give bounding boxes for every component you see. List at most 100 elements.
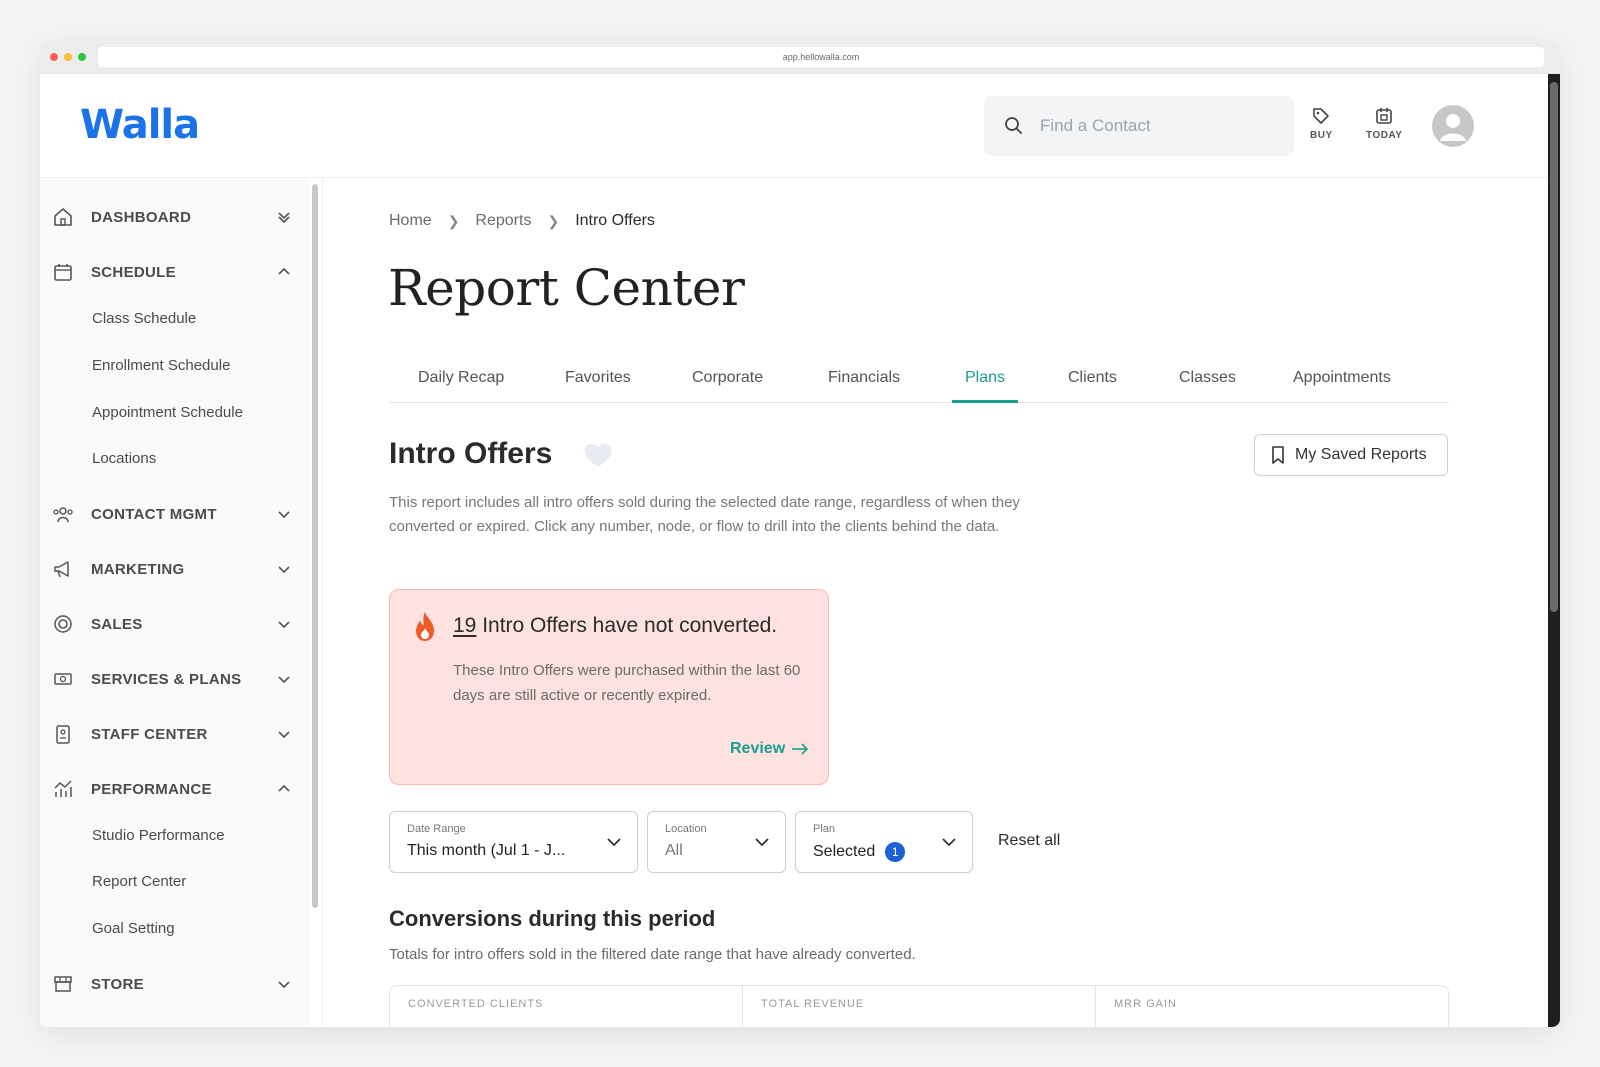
buy-label: BUY	[1310, 130, 1333, 141]
calendar-icon	[1376, 108, 1393, 124]
stat-total-revenue[interactable]: TOTAL REVENUE	[742, 986, 1095, 1027]
today-label: TODAY	[1366, 130, 1403, 141]
megaphone-icon	[52, 558, 74, 580]
chevron-up-icon[interactable]	[276, 781, 292, 797]
tab-clients[interactable]: Clients	[1068, 369, 1117, 387]
double-chevron-down-icon[interactable]	[276, 209, 292, 225]
nav-dashboard[interactable]: DASHBOARD	[40, 202, 310, 232]
stat-mrr-gain[interactable]: MRR GAIN	[1095, 986, 1448, 1027]
nav-services-plans-label: SERVICES & PLANS	[91, 670, 242, 688]
conversions-subtitle: Totals for intro offers sold in the filt…	[389, 946, 916, 963]
walla-logo[interactable]: Walla	[80, 102, 200, 148]
browser-chrome: app.hellowalla.com	[40, 40, 1560, 74]
tab-corporate[interactable]: Corporate	[692, 369, 763, 387]
plan-select[interactable]: Plan Selected 1	[795, 811, 973, 873]
nav-report-center[interactable]: Report Center	[92, 873, 186, 890]
sidebar: DASHBOARD SCHEDULE Class Schedule Enroll…	[40, 179, 310, 1027]
breadcrumb: Home ❯ Reports ❯ Intro Offers	[389, 212, 655, 230]
user-avatar[interactable]	[1432, 105, 1474, 147]
date-range-select[interactable]: Date Range This month (Jul 1 - J...	[389, 811, 638, 873]
plan-count-badge: 1	[885, 842, 906, 862]
chevron-down-icon[interactable]	[276, 671, 292, 687]
chevron-down-icon[interactable]	[276, 616, 292, 632]
review-label: Review	[730, 740, 786, 757]
maximize-dot[interactable]	[78, 52, 86, 61]
nav-class-schedule[interactable]: Class Schedule	[92, 310, 196, 327]
chevron-down-icon[interactable]	[276, 506, 292, 522]
section-title: Intro Offers	[389, 437, 553, 470]
chevron-right-icon: ❯	[547, 212, 560, 229]
tab-classes[interactable]: Classes	[1179, 369, 1236, 387]
chevron-down-icon[interactable]	[276, 726, 292, 742]
chevron-down-icon	[755, 838, 769, 847]
nav-locations[interactable]: Locations	[92, 450, 156, 467]
nav-goal-setting[interactable]: Goal Setting	[92, 920, 175, 937]
search-input[interactable]	[1040, 116, 1280, 136]
nav-studio-performance[interactable]: Studio Performance	[92, 827, 225, 844]
tab-daily-recap[interactable]: Daily Recap	[418, 369, 504, 387]
buy-button[interactable]: BUY	[1310, 106, 1333, 141]
nav-staff-center[interactable]: STAFF CENTER	[40, 719, 310, 749]
bookmark-icon	[1272, 446, 1284, 464]
store-icon	[52, 973, 74, 995]
nav-store[interactable]: STORE	[40, 969, 310, 999]
sidebar-scrollbar[interactable]	[312, 184, 318, 908]
section-description: This report includes all intro offers so…	[389, 494, 1020, 535]
nav-sales-label: SALES	[91, 615, 143, 633]
alert-title: 19 Intro Offers have not converted.	[453, 614, 777, 638]
plan-label: Plan	[813, 823, 836, 835]
minimize-dot[interactable]	[64, 52, 72, 61]
today-button[interactable]: TODAY	[1366, 106, 1402, 141]
tab-favorites[interactable]: Favorites	[565, 369, 631, 387]
alert-title-text: Intro Offers have not converted.	[476, 614, 778, 637]
nav-performance[interactable]: PERFORMANCE	[40, 774, 310, 804]
active-tab-indicator	[952, 400, 1018, 403]
breadcrumb-current: Intro Offers	[575, 212, 655, 229]
tab-plans[interactable]: Plans	[965, 369, 1005, 387]
nav-sales[interactable]: SALES	[40, 609, 310, 639]
chevron-down-icon	[607, 838, 621, 847]
location-label: Location	[665, 823, 707, 835]
home-icon	[52, 206, 74, 228]
my-saved-reports-button[interactable]: My Saved Reports	[1254, 434, 1448, 476]
stat-caption: CONVERTED CLIENTS	[408, 998, 544, 1010]
close-dot[interactable]	[50, 52, 58, 61]
page-scrollbar-thumb[interactable]	[1550, 82, 1558, 612]
nav-marketing[interactable]: MARKETING	[40, 554, 310, 584]
nav-contact-mgmt[interactable]: CONTACT MGMT	[40, 499, 310, 529]
tab-appointments[interactable]: Appointments	[1293, 369, 1391, 387]
breadcrumb-reports[interactable]: Reports	[475, 212, 531, 230]
browser-window: app.hellowalla.com Walla BUY TODAY DASHB…	[40, 40, 1560, 1027]
nav-marketing-label: MARKETING	[91, 560, 185, 578]
chevron-down-icon[interactable]	[276, 976, 292, 992]
location-value: All	[665, 842, 683, 859]
alert-text: These Intro Offers were purchased within…	[453, 662, 801, 704]
tab-financials[interactable]: Financials	[828, 369, 900, 387]
stat-caption: MRR GAIN	[1114, 998, 1177, 1010]
nav-appointment-schedule[interactable]: Appointment Schedule	[92, 404, 243, 421]
reset-all-button[interactable]: Reset all	[998, 832, 1060, 850]
chevron-up-icon[interactable]	[276, 264, 292, 280]
nav-enrollment-schedule[interactable]: Enrollment Schedule	[92, 357, 230, 374]
stat-converted-clients[interactable]: CONVERTED CLIENTS	[390, 986, 742, 1027]
target-icon	[52, 613, 74, 635]
stat-caption: TOTAL REVENUE	[761, 998, 865, 1010]
sidebar-divider	[322, 179, 323, 1027]
alert-count-link[interactable]: 19	[453, 614, 476, 637]
conversions-title: Conversions during this period	[389, 906, 716, 931]
heart-icon[interactable]	[582, 441, 614, 469]
location-select[interactable]: Location All	[647, 811, 786, 873]
address-bar[interactable]: app.hellowalla.com	[98, 46, 1544, 67]
breadcrumb-home[interactable]: Home	[389, 212, 432, 230]
tag-icon	[1313, 108, 1330, 124]
review-link[interactable]: Review	[730, 740, 809, 758]
nav-schedule[interactable]: SCHEDULE	[40, 257, 310, 287]
people-icon	[52, 503, 74, 525]
calendar-icon	[52, 261, 74, 283]
nav-contact-mgmt-label: CONTACT MGMT	[91, 505, 217, 523]
badge-icon	[52, 723, 74, 745]
nav-services-plans[interactable]: SERVICES & PLANS	[40, 664, 310, 694]
plan-value: Selected	[813, 843, 876, 860]
chevron-down-icon[interactable]	[276, 561, 292, 577]
contact-search[interactable]	[984, 96, 1294, 156]
